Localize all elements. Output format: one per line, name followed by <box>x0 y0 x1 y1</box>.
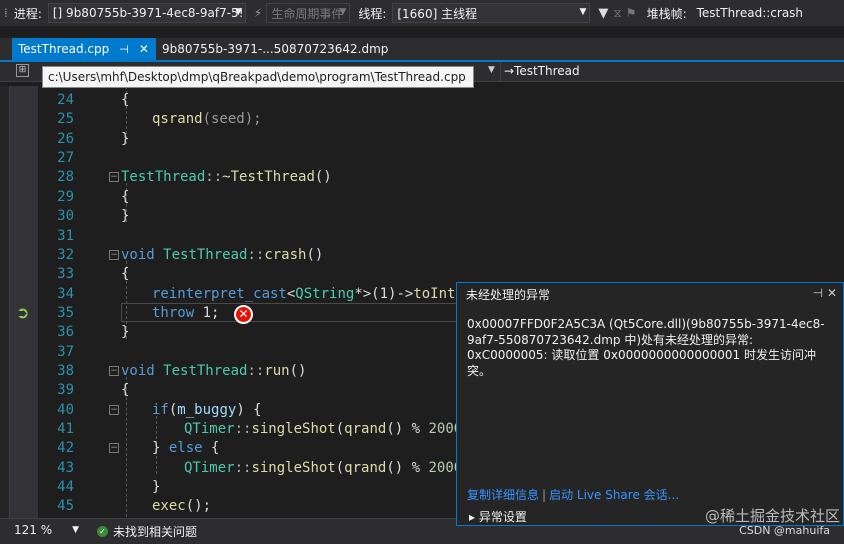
collapse-icon[interactable]: − <box>109 172 119 182</box>
project-icon: ⊞ <box>16 64 29 77</box>
collapse-icon[interactable]: − <box>109 250 119 260</box>
exception-error-icon[interactable]: ✕ <box>234 305 253 324</box>
lifecycle-events-dropdown[interactable]: 生命周期事件 ▼ <box>266 3 351 23</box>
code-line: 30} <box>57 208 130 224</box>
tab-testthread-cpp[interactable]: TestThread.cpp ⊣ ✕ <box>12 38 156 60</box>
chevron-right-icon: ▸ <box>469 510 476 524</box>
chevron-down-icon: ▼ <box>234 7 242 17</box>
document-tab-bar: TestThread.cpp ⊣ ✕ 9b80755b-3971-...5087… <box>0 38 844 62</box>
chevron-down-icon: ▼ <box>72 525 80 535</box>
tab-label: TestThread.cpp <box>18 42 110 56</box>
glyph-margin <box>10 86 38 518</box>
code-line: 28− TestThread::~TestThread() <box>57 169 332 185</box>
thread-dropdown[interactable]: [1660] 主线程 ▼ <box>392 3 591 23</box>
exception-title: 未经处理的异常 <box>466 287 551 302</box>
toggle-filter-icon[interactable]: ⧖ <box>613 6 621 21</box>
collapse-icon[interactable]: − <box>109 443 119 453</box>
file-path-tooltip: c:\Users\mhf\Desktop\dmp\qBreakpad\demo\… <box>42 66 474 88</box>
exception-helper-popup: 未经处理的异常 ⊣ ✕ 0x00007FFD0F2A5C3A (Qt5Core.… <box>456 282 844 526</box>
copy-details-link[interactable]: 复制详细信息 <box>467 488 539 502</box>
filter-icon[interactable]: ▼ <box>598 6 608 21</box>
lifecycle-label: 生命周期事件 <box>271 6 344 21</box>
stackframe-label: 堆栈帧: <box>646 6 687 21</box>
code-line: 26} <box>57 131 130 147</box>
collapse-icon[interactable]: − <box>109 405 119 415</box>
flag-icon[interactable]: ⚑ <box>626 6 637 20</box>
check-icon: ✓ <box>97 526 108 537</box>
exception-settings-label: 异常设置 <box>478 510 527 524</box>
stackframe-value: TestThread::crash <box>696 6 804 20</box>
exception-header: 未经处理的异常 ⊣ ✕ <box>457 283 843 305</box>
code-line: 29{ <box>57 189 130 205</box>
chevron-down-icon: ▼ <box>339 7 347 17</box>
pin-close-icons[interactable]: ⊣ ✕ <box>813 286 837 300</box>
issues-text: 未找到相关问题 <box>113 525 198 539</box>
solution-explorer-edge <box>0 86 10 518</box>
current-statement-arrow-icon: ➲ <box>16 303 30 322</box>
issues-indicator[interactable]: ✓ 未找到相关问题 <box>97 523 197 540</box>
exception-settings-expander[interactable]: ▸ 异常设置 <box>469 508 527 525</box>
code-line: 32− void TestThread::crash() <box>57 247 324 263</box>
collapse-icon[interactable]: − <box>109 366 119 376</box>
zoom-dropdown[interactable]: 121 % ▼ <box>14 523 79 537</box>
pin-icon[interactable]: ⊣ <box>119 43 129 56</box>
grip-icon: ⁞ <box>4 6 8 20</box>
zoom-level: 121 % <box>14 523 53 537</box>
code-line: 25 qsrand(seed); <box>57 111 262 127</box>
member-scope-dropdown[interactable]: →TestThread <box>500 62 844 81</box>
debug-location-toolbar: ⁞ 进程: [] 9b80755b-3971-4ec8-9af7-5! ▼ ⚡ 生… <box>0 0 844 26</box>
exception-message: 0x00007FFD0F2A5C3A (Qt5Core.dll)(9b80755… <box>467 317 825 378</box>
separator: | <box>542 488 547 502</box>
close-icon[interactable]: ✕ <box>139 42 149 56</box>
process-value: [] 9b80755b-3971-4ec8-9af7-5! <box>52 6 244 20</box>
process-dropdown[interactable]: [] 9b80755b-3971-4ec8-9af7-5! ▼ <box>47 3 246 23</box>
code-line: 31 <box>57 228 74 244</box>
code-line: 24{ <box>57 92 130 108</box>
chevron-down-icon: ▼ <box>579 7 587 17</box>
live-share-link[interactable]: 启动 Live Share 会话... <box>549 488 679 502</box>
watermark-csdn: CSDN @mahuifa <box>739 524 830 537</box>
tab-label: 9b80755b-3971-...50870723642.dmp <box>162 42 389 56</box>
code-line: 27 <box>57 150 74 166</box>
chevron-down-icon[interactable]: ▼ <box>488 65 495 75</box>
process-label: 进程: <box>13 6 42 21</box>
thread-value: [1660] 主线程 <box>397 6 478 21</box>
tab-dmp-file[interactable]: 9b80755b-3971-...50870723642.dmp <box>156 38 394 60</box>
stackframe-dropdown[interactable]: TestThread::crash <box>692 3 805 23</box>
exception-links: 复制详细信息 | 启动 Live Share 会话... <box>467 486 679 503</box>
thread-label: 线程: <box>358 6 387 21</box>
watermark: @稀土掘金技术社区 <box>704 507 840 525</box>
lifecycle-icon: ⚡ <box>253 6 263 20</box>
